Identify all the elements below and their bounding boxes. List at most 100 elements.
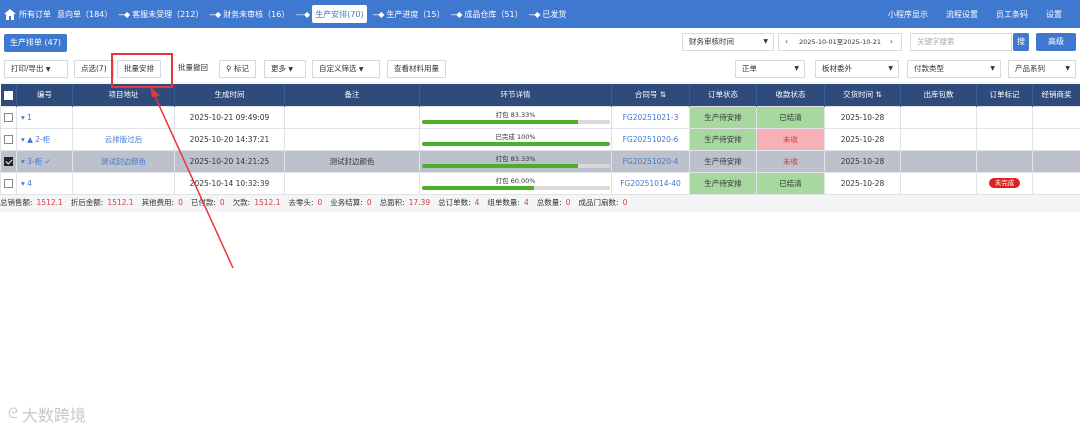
orders-table: 编号 项目地址 生成时间 备注 环节详情 合同号 ⇅ 订单状态 收款状态 交货时… (0, 84, 1080, 195)
col-header[interactable]: 订单状态 (689, 84, 757, 106)
order-type-select[interactable]: 正单 ▼ (735, 60, 805, 78)
nav-tab-label: 生产进度（15） (386, 9, 445, 19)
table-row[interactable]: ▾ 1 2025-10-21 09:49:09 打包 83.33% FG2025102… (0, 105, 1080, 129)
mark-button[interactable]: ⚲ 标记 (219, 60, 256, 78)
row-code[interactable]: ▾ ▲ 2-柜 (16, 127, 73, 151)
date-range-picker[interactable]: ‹ 2025-10-01至2025-10-21 › (778, 33, 902, 51)
col-header[interactable]: 出库包数 (900, 84, 977, 106)
row-contract[interactable]: FG20251021-3 (611, 105, 690, 129)
row-delivery: 2025-10-28 (824, 127, 901, 151)
flow-arrow-icon: ---◆ (118, 9, 130, 19)
row-pay-status: 未收 (756, 127, 825, 151)
row-address[interactable]: 测试封边颜色 (72, 149, 175, 173)
print-export-button[interactable]: 打印/导出 ▼ (4, 60, 68, 78)
select-all-checkbox[interactable] (0, 84, 17, 106)
top-right-link[interactable]: 设置 (1046, 9, 1062, 20)
custom-filter-button[interactable]: 自定义筛选 ▼ (312, 60, 380, 78)
status-badge: 未完成 (988, 178, 1021, 188)
nav-tab[interactable]: 所有订单 (19, 0, 51, 28)
row-code[interactable]: ▾ 3-柜 ✓ (16, 149, 73, 173)
prev-date-button[interactable]: ‹ (785, 34, 788, 50)
top-nav-bar: 所有订单 意向单（184） ---◆ 客服未受理（212） ---◆ 财务未审核（16） -… (0, 0, 1080, 28)
row-progress: 打包 60.00% (419, 171, 612, 195)
search-button[interactable]: 搜 (1013, 33, 1029, 51)
advanced-search-button[interactable]: 高级 (1036, 33, 1076, 51)
row-contract[interactable]: FG20251020-6 (611, 127, 690, 151)
summary-value: 0 (317, 198, 323, 207)
pick-button[interactable]: 点选(7) (74, 60, 114, 78)
next-date-button[interactable]: › (890, 34, 893, 50)
outsource-select[interactable]: 板材委外 ▼ (815, 60, 899, 78)
search-input[interactable]: 关键字搜索 (910, 33, 1012, 51)
batch-revoke-button[interactable]: 批量撤回 (172, 60, 214, 78)
col-header[interactable]: 备注 (284, 84, 420, 106)
nav-tab-label: 意向单（184） (57, 9, 113, 19)
col-header[interactable]: 生成时间 (174, 84, 285, 106)
pay-type-select[interactable]: 付款类型 ▼ (907, 60, 1001, 78)
row-pay-status: 未收 (756, 149, 825, 173)
table-row[interactable]: ▾ 4 2025-10-14 10:32:39 打包 60.00% FG2025101… (0, 171, 1080, 195)
caret-down-icon: ▼ (1065, 65, 1070, 72)
top-right-link[interactable]: 员工条码 (996, 9, 1028, 20)
row-contract[interactable]: FG20251020-4 (611, 149, 690, 173)
col-header[interactable]: 环节详情 (419, 84, 612, 106)
row-progress: 已完成 100% (419, 127, 612, 151)
summary-label: 其他费用: (141, 198, 175, 207)
row-packs (900, 171, 977, 195)
flow-arrow-icon: ---◆ (295, 9, 311, 19)
summary-label: 业务结算: (330, 198, 363, 207)
top-right-link[interactable]: 流程设置 (946, 9, 978, 20)
row-contract[interactable]: FG20251014-40 (611, 171, 690, 195)
top-right-link[interactable]: 小程序显示 (888, 9, 928, 20)
sort-icon[interactable]: ⇅ (660, 90, 666, 99)
summary-value: 4 (474, 198, 480, 207)
summary-value: 0 (366, 198, 372, 207)
row-address[interactable] (72, 105, 175, 129)
nav-tab[interactable]: ---◆ 生产进度（15） (373, 0, 445, 28)
row-checkbox[interactable] (0, 127, 17, 151)
row-address[interactable] (72, 171, 175, 195)
nav-tab[interactable]: ---◆ 客服未受理（212） (118, 0, 203, 28)
home-icon[interactable] (4, 8, 16, 20)
row-checkbox[interactable] (0, 105, 17, 129)
row-pay-status: 已结清 (756, 171, 825, 195)
col-header[interactable]: 订单标记 (976, 84, 1033, 106)
col-header[interactable]: 交货时间 ⇅ (824, 84, 901, 106)
summary-value: 0 (622, 198, 628, 207)
caret-down-icon: ▼ (288, 66, 294, 73)
nav-tab[interactable]: ---◆ 财务未审核（16） (209, 0, 289, 28)
nav-tab[interactable]: ---◆ 成品仓库（51） (451, 0, 523, 28)
row-order-status: 生产待安排 (689, 171, 757, 195)
row-address[interactable]: 云排版过后 (72, 127, 175, 151)
row-dealer (1032, 171, 1080, 195)
progress-bar (421, 163, 610, 168)
progress-bar (421, 119, 610, 124)
progress-bar (421, 141, 610, 146)
col-header[interactable]: 收款状态 (756, 84, 825, 106)
date-range-value: 2025-10-01至2025-10-21 (799, 38, 882, 46)
filter-row: 生产排单 (47) 财务审核时间 ▼ ‹ 2025-10-01至2025-10-2… (0, 28, 1080, 56)
summary-label: 总销售额: (0, 198, 33, 207)
col-header[interactable]: 编号 (16, 84, 73, 106)
sort-icon[interactable]: ⇅ (876, 90, 882, 99)
nav-tab[interactable]: 意向单（184） (57, 0, 112, 28)
row-note (284, 127, 420, 151)
product-series-select[interactable]: 产品系列 ▼ (1008, 60, 1076, 78)
location-pin-icon: ⚲ (226, 64, 232, 73)
row-code[interactable]: ▾ 4 (16, 171, 73, 195)
row-code[interactable]: ▾ 1 (16, 105, 73, 129)
table-row[interactable]: ▾ 3-柜 ✓ 测试封边颜色 2025-10-20 14:21:25 测试封边颜色 打包… (0, 149, 1080, 173)
more-button[interactable]: 更多 ▼ (264, 60, 306, 78)
col-header[interactable]: 合同号 ⇅ (611, 84, 690, 106)
nav-tab[interactable]: 生产安排(70) (312, 5, 367, 23)
summary-value: 1512.1 (107, 198, 134, 207)
date-type-select[interactable]: 财务审核时间 ▼ (682, 33, 774, 51)
tab-production-schedule[interactable]: 生产排单 (47) (4, 34, 67, 52)
table-row[interactable]: ▾ ▲ 2-柜 云排版过后 2025-10-20 14:37:21 已完成 100% F… (0, 127, 1080, 151)
summary-value: 0 (565, 198, 571, 207)
view-material-button[interactable]: 查看材料用量 (387, 60, 446, 78)
row-checkbox[interactable] (0, 171, 17, 195)
col-header[interactable]: 经销商奖 (1032, 84, 1080, 106)
nav-tab[interactable]: ---◆ 已发货 (529, 0, 567, 28)
row-checkbox[interactable] (0, 149, 17, 173)
